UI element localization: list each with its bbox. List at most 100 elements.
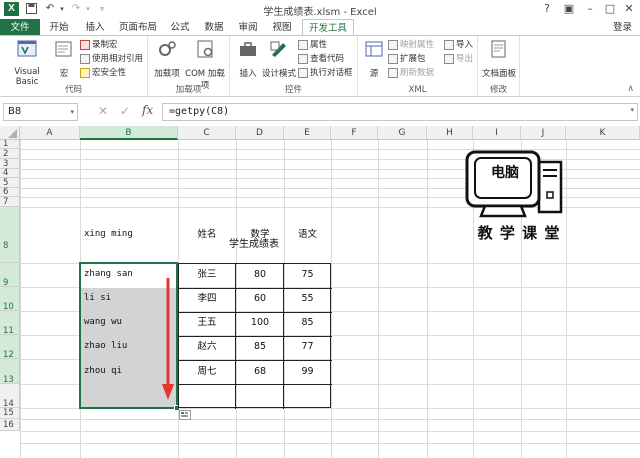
table-cell[interactable]: 68 xyxy=(236,366,284,377)
row-header-8[interactable]: 8 xyxy=(0,207,20,263)
cell-b12[interactable]: zhao liu xyxy=(84,342,127,351)
column-header-b[interactable]: B xyxy=(80,126,178,140)
table-cell[interactable]: 99 xyxy=(284,366,331,377)
row-header-15[interactable]: 15 xyxy=(0,408,20,419)
close-icon[interactable]: ✕ xyxy=(622,2,636,16)
document-panel-button[interactable]: 文档面板 xyxy=(480,39,518,79)
expansion-packs-button[interactable]: 扩展包 xyxy=(388,53,426,66)
macro-security-button[interactable]: 宏安全性 xyxy=(80,67,126,80)
column-header-h[interactable]: H xyxy=(427,126,473,140)
import-button[interactable]: 导入 xyxy=(444,39,473,52)
cell-b10[interactable]: li si xyxy=(84,294,111,303)
tab-page-layout[interactable]: 页面布局 xyxy=(116,19,160,36)
worksheet-grid[interactable]: ABCDEFGHIJK 1 2 3 4 5 6 7 8 9 10 11 12 13 14 15 16 学生成绩… xyxy=(0,126,640,458)
column-header-g[interactable]: G xyxy=(378,126,427,140)
macros-button[interactable]: 宏 xyxy=(52,39,76,79)
group-addins-label: 加载项 xyxy=(175,85,202,95)
table-cell[interactable]: 赵六 xyxy=(178,342,236,352)
macros-icon xyxy=(55,41,72,57)
cell-b11[interactable]: wang wu xyxy=(84,318,122,327)
table-cell[interactable]: 60 xyxy=(236,294,284,304)
table-cell[interactable]: 张三 xyxy=(178,270,236,280)
row-header-2[interactable]: 2 xyxy=(0,149,20,159)
column-header-a[interactable]: A xyxy=(20,126,80,140)
column-header-i[interactable]: I xyxy=(473,126,521,140)
column-header-d[interactable]: D xyxy=(236,126,284,140)
tab-review[interactable]: 审阅 xyxy=(234,19,262,36)
name-box[interactable]: B8 ▾ xyxy=(3,103,78,121)
computer-icon xyxy=(465,150,563,218)
cell-b9[interactable]: zhang san xyxy=(84,270,133,279)
tab-data[interactable]: 数据 xyxy=(200,19,228,36)
table-cell[interactable]: 王五 xyxy=(178,318,236,328)
addins-button[interactable]: 加载项 xyxy=(152,39,182,79)
tab-developer[interactable]: 开发工具 xyxy=(302,19,354,36)
visual-basic-icon xyxy=(17,40,37,57)
row-header-4[interactable]: 4 xyxy=(0,169,20,178)
column-header-j[interactable]: J xyxy=(521,126,566,140)
row-header-14[interactable]: 14 xyxy=(0,384,20,409)
column-header-k[interactable]: K xyxy=(566,126,640,140)
auto-fill-options-icon[interactable] xyxy=(179,410,191,420)
table-header-cell[interactable]: 姓名 xyxy=(178,230,236,240)
maximize-icon[interactable]: □ xyxy=(603,2,617,16)
tab-home[interactable]: 开始 xyxy=(44,19,74,36)
row-header-6[interactable]: 6 xyxy=(0,188,20,197)
row-header-1[interactable]: 1 xyxy=(0,140,20,149)
map-properties-button[interactable]: 映射属性 xyxy=(388,39,434,52)
row-header-10[interactable]: 10 xyxy=(0,287,20,312)
table-header-cell[interactable]: 数学 xyxy=(236,230,284,240)
row-header-13[interactable]: 13 xyxy=(0,359,20,385)
table-cell[interactable]: 75 xyxy=(284,270,331,280)
table-cell[interactable]: 李四 xyxy=(178,294,236,304)
relative-reference-button[interactable]: 使用相对引用 xyxy=(80,53,143,66)
table-header-cell[interactable]: 语文 xyxy=(284,230,331,240)
export-button[interactable]: 导出 xyxy=(444,53,473,66)
sign-in-link[interactable]: 登录 xyxy=(613,19,632,36)
tab-file[interactable]: 文件 xyxy=(0,19,40,36)
formula-input[interactable]: =getpy(C8) xyxy=(162,103,638,121)
name-box-dropdown-icon[interactable]: ▾ xyxy=(70,104,74,120)
select-all-button[interactable] xyxy=(0,126,20,140)
collapse-ribbon-icon[interactable]: ∧ xyxy=(627,84,634,94)
insert-function-icon[interactable]: fx xyxy=(142,103,153,117)
table-borders xyxy=(178,263,332,409)
view-code-button[interactable]: 查看代码 xyxy=(298,53,344,66)
xml-source-button[interactable]: 源 xyxy=(362,39,386,79)
table-cell[interactable]: 85 xyxy=(236,342,284,352)
refresh-data-button[interactable]: 刷新数据 xyxy=(388,67,434,80)
design-mode-button[interactable]: 设计模式 xyxy=(262,39,296,79)
column-header-c[interactable]: C xyxy=(178,126,236,140)
help-icon[interactable]: ? xyxy=(540,2,554,16)
table-cell[interactable]: 77 xyxy=(284,342,331,352)
row-header-9[interactable]: 9 xyxy=(0,263,20,288)
tab-view[interactable]: 视图 xyxy=(268,19,296,36)
column-header-e[interactable]: E xyxy=(284,126,331,140)
table-cell[interactable]: 55 xyxy=(284,294,331,304)
row-header-7[interactable]: 7 xyxy=(0,197,20,207)
column-header-f[interactable]: F xyxy=(331,126,378,140)
table-cell[interactable]: 80 xyxy=(236,270,284,280)
com-addins-icon xyxy=(197,40,213,58)
logo-caption: 教 学 课 堂 xyxy=(477,224,561,242)
run-dialog-button[interactable]: 执行对话框 xyxy=(298,67,353,80)
visual-basic-button[interactable]: Visual Basic xyxy=(3,39,51,87)
cancel-icon[interactable]: ✕ xyxy=(98,104,108,118)
minimize-icon[interactable]: – xyxy=(583,2,597,16)
expand-formula-bar-icon[interactable]: ▾ xyxy=(630,106,634,114)
cell-b13[interactable]: zhou qi xyxy=(84,366,122,376)
insert-control-button[interactable]: 插入 xyxy=(234,39,262,79)
properties-button[interactable]: 属性 xyxy=(298,39,327,52)
row-header-16[interactable]: 16 xyxy=(0,419,20,431)
table-cell[interactable]: 100 xyxy=(236,318,284,328)
row-header-11[interactable]: 11 xyxy=(0,311,20,336)
table-cell[interactable]: 85 xyxy=(284,318,331,328)
cell-b8[interactable]: xing ming xyxy=(84,230,133,239)
tab-insert[interactable]: 插入 xyxy=(80,19,110,36)
row-header-12[interactable]: 12 xyxy=(0,335,20,360)
record-macro-button[interactable]: 录制宏 xyxy=(80,39,118,52)
enter-icon[interactable]: ✓ xyxy=(120,104,130,118)
ribbon-display-icon[interactable]: ▣ xyxy=(562,2,576,16)
tab-formulas[interactable]: 公式 xyxy=(166,19,194,36)
table-cell[interactable]: 周七 xyxy=(178,366,236,377)
